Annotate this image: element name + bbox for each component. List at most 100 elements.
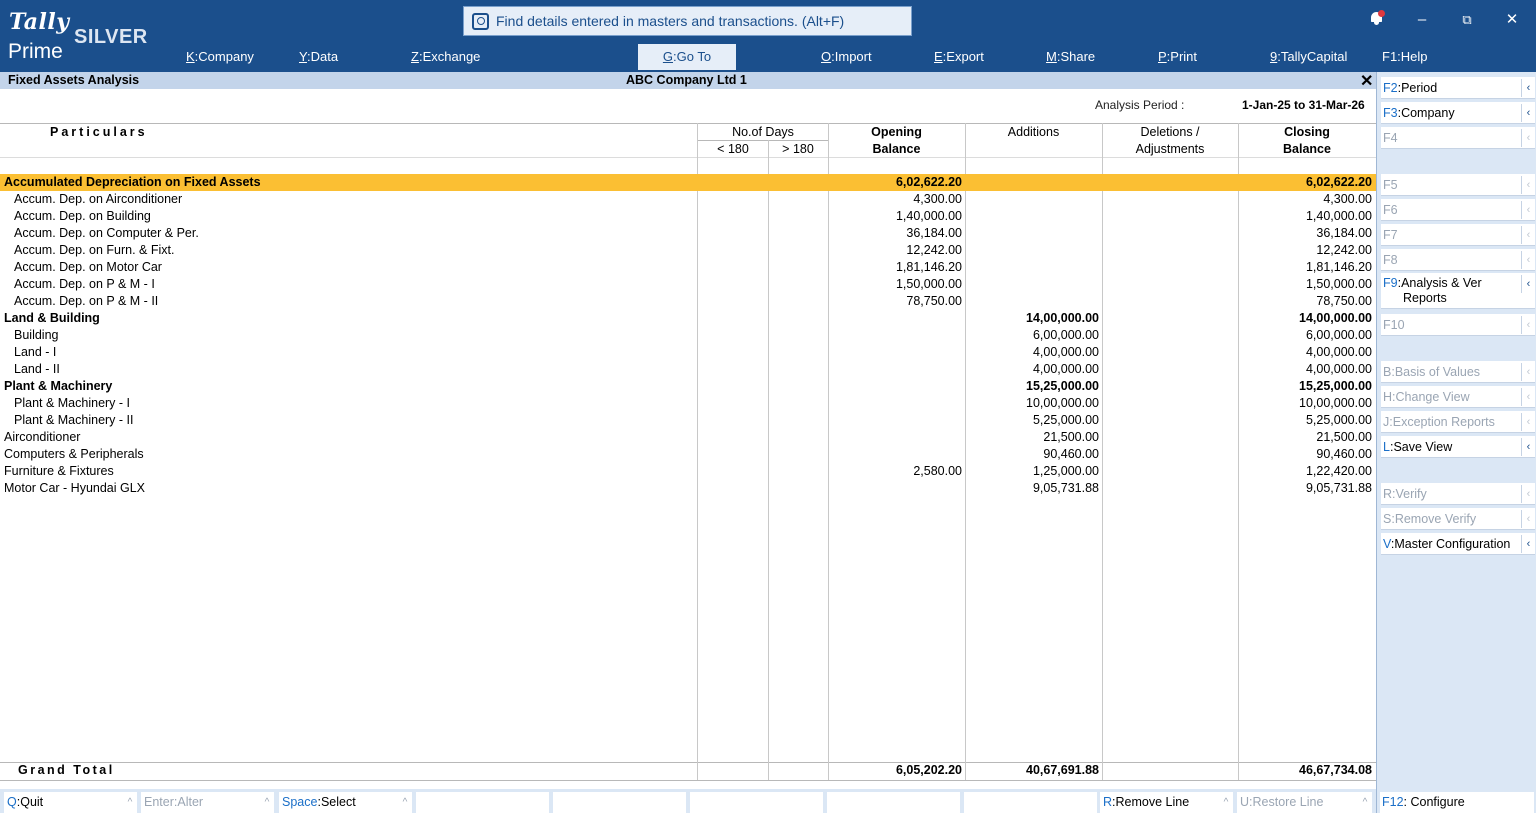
table-row[interactable]: Building 6,00,000.00 6,00,000.00 [0, 327, 1376, 344]
bottom-button-restore-line[interactable]: U:Restore Line ^ [1237, 792, 1372, 813]
chevron-left-icon[interactable]: ‹ [1521, 79, 1535, 97]
table-row[interactable]: Land - II 4,00,000.00 4,00,000.00 [0, 361, 1376, 378]
minimize-button[interactable]: – [1410, 8, 1434, 32]
chevron-left-icon[interactable]: ‹ [1521, 129, 1535, 147]
chevron-left-icon[interactable]: ‹ [1521, 176, 1535, 194]
table-row[interactable]: Accum. Dep. on P & M - I 1,50,000.00 1,50,… [0, 276, 1376, 293]
panel-button-f7[interactable]: F7 ‹ [1381, 224, 1535, 246]
row-additions: 4,00,000.00 [1032, 345, 1099, 359]
chevron-up-icon[interactable]: ^ [398, 792, 412, 813]
panel-button-key: H [1383, 390, 1393, 404]
panel-button-f9[interactable]: F9:Analysis & Ver Reports ‹ [1381, 273, 1535, 309]
row-closing-balance: 15,25,000.00 [1299, 379, 1372, 393]
menu-help[interactable]: F1:Help [1382, 44, 1428, 70]
chevron-left-icon[interactable]: ‹ [1521, 201, 1535, 219]
chevron-left-icon[interactable]: ‹ [1521, 535, 1535, 553]
chevron-left-icon[interactable]: ‹ [1521, 413, 1535, 431]
notification-bell-icon[interactable] [1370, 10, 1385, 25]
chevron-left-icon[interactable]: ‹ [1521, 485, 1535, 503]
configure-button[interactable]: F12: Configure [1380, 792, 1534, 813]
chevron-left-icon[interactable]: ‹ [1521, 438, 1535, 456]
bottom-button-select[interactable]: Space:Select ^ [279, 792, 412, 813]
chevron-left-icon[interactable]: ‹ [1521, 316, 1535, 334]
table-row[interactable]: Plant & Machinery - I 10,00,000.00 10,00,0… [0, 395, 1376, 412]
table-row[interactable]: Furniture & Fixtures 2,580.00 1,25,000.00 1… [0, 463, 1376, 480]
chevron-left-icon[interactable]: ‹ [1521, 104, 1535, 122]
menu-import[interactable]: O:Import [821, 44, 872, 70]
panel-button-f5[interactable]: F5 ‹ [1381, 174, 1535, 196]
panel-button-v[interactable]: V:Master Configuration ‹ [1381, 533, 1535, 555]
menu-print[interactable]: P:Print [1158, 44, 1197, 70]
table-row[interactable]: Accum. Dep. on P & M - II 78,750.00 78,750… [0, 293, 1376, 310]
panel-button-f4[interactable]: F4 ‹ [1381, 127, 1535, 149]
chevron-left-icon[interactable]: ‹ [1521, 275, 1535, 293]
bottom-button-alter[interactable]: Enter:Alter ^ [141, 792, 274, 813]
menu-tallycapital[interactable]: 9:TallyCapital [1270, 44, 1347, 70]
table-row[interactable]: Accum. Dep. on Computer & Per. 36,184.00 3… [0, 225, 1376, 242]
table-row[interactable]: Accum. Dep. on Airconditioner 4,300.00 4,3… [0, 191, 1376, 208]
chevron-up-icon[interactable]: ^ [123, 792, 137, 813]
chevron-up-icon[interactable]: ^ [260, 792, 274, 813]
panel-button-f8[interactable]: F8 ‹ [1381, 249, 1535, 271]
row-additions: 9,05,731.88 [1032, 481, 1099, 495]
chevron-left-icon[interactable]: ‹ [1521, 510, 1535, 528]
menu-data[interactable]: Y:Data [299, 44, 338, 70]
restore-button[interactable]: ⧉ [1455, 8, 1479, 32]
bottom-button-remove-line[interactable]: R:Remove Line ^ [1100, 792, 1233, 813]
bottom-button-quit[interactable]: Q:Quit ^ [4, 792, 137, 813]
panel-button-f6[interactable]: F6 ‹ [1381, 199, 1535, 221]
menu-company[interactable]: K:Company [186, 44, 254, 70]
particulars-header: Particulars [50, 125, 148, 139]
table-row[interactable]: Accum. Dep. on Building 1,40,000.00 1,40,0… [0, 208, 1376, 225]
table-row[interactable]: Accumulated Depreciation on Fixed Assets… [0, 174, 1376, 191]
table-row[interactable]: Accum. Dep. on Furn. & Fixt. 12,242.00 12,… [0, 242, 1376, 259]
panel-button-key: F9 [1383, 276, 1398, 290]
chevron-up-icon[interactable]: ^ [1358, 792, 1372, 813]
search-input[interactable]: Find details entered in masters and tran… [463, 6, 912, 36]
total-bottom-rule [0, 780, 1376, 781]
table-row[interactable]: Land & Building 14,00,000.00 14,00,000.00 [0, 310, 1376, 327]
days-gt180-header: > 180 [782, 142, 814, 156]
row-additions: 90,460.00 [1043, 447, 1099, 461]
chevron-left-icon[interactable]: ‹ [1521, 226, 1535, 244]
row-particulars: Accum. Dep. on Building [14, 209, 151, 223]
panel-button-l[interactable]: L:Save View ‹ [1381, 436, 1535, 458]
analysis-period-value[interactable]: 1-Jan-25 to 31-Mar-26 [1242, 98, 1365, 112]
table-row[interactable]: Computers & Peripherals 90,460.00 90,460.0… [0, 446, 1376, 463]
table-row[interactable]: Airconditioner 21,500.00 21,500.00 [0, 429, 1376, 446]
menu-exchange[interactable]: Z:Exchange [411, 44, 480, 70]
panel-button-b[interactable]: B:Basis of Values ‹ [1381, 361, 1535, 383]
row-closing-balance: 5,25,000.00 [1305, 413, 1372, 427]
table-row[interactable]: Plant & Machinery 15,25,000.00 15,25,000.0… [0, 378, 1376, 395]
table-row[interactable]: Plant & Machinery - II 5,25,000.00 5,25,00… [0, 412, 1376, 429]
panel-button-f10[interactable]: F10 ‹ [1381, 314, 1535, 336]
chevron-left-icon[interactable]: ‹ [1521, 251, 1535, 269]
row-particulars: Land & Building [4, 311, 100, 325]
chevron-left-icon[interactable]: ‹ [1521, 388, 1535, 406]
menu-export[interactable]: E:Export [934, 44, 984, 70]
closing-header-line2: Balance [1283, 142, 1331, 156]
panel-button-h[interactable]: H:Change View ‹ [1381, 386, 1535, 408]
chevron-up-icon[interactable]: ^ [1219, 792, 1233, 813]
panel-button-label: Save View [1393, 440, 1453, 454]
panel-button-f3[interactable]: F3:Company ‹ [1381, 102, 1535, 124]
row-opening-balance: 36,184.00 [906, 226, 962, 240]
table-row[interactable]: Motor Car - Hyundai GLX 9,05,731.88 9,05,7… [0, 480, 1376, 497]
panel-button-r[interactable]: R:Verify ‹ [1381, 483, 1535, 505]
close-report-button[interactable]: ✕ [1360, 71, 1373, 91]
table-row[interactable]: Land - I 4,00,000.00 4,00,000.00 [0, 344, 1376, 361]
table-row[interactable]: Accum. Dep. on Motor Car 1,81,146.20 1,81,… [0, 259, 1376, 276]
panel-button-key: S [1383, 512, 1392, 526]
panel-button-key: F10 [1383, 318, 1405, 332]
row-particulars: Accum. Dep. on Airconditioner [14, 192, 183, 206]
close-window-button[interactable]: ✕ [1500, 8, 1524, 32]
row-closing-balance: 1,40,000.00 [1305, 209, 1372, 223]
menu-share[interactable]: M:Share [1046, 44, 1095, 70]
panel-button-j[interactable]: J:Exception Reports ‹ [1381, 411, 1535, 433]
days-header: No.of Days [732, 125, 794, 139]
chevron-left-icon[interactable]: ‹ [1521, 363, 1535, 381]
menu-go-to[interactable]: G:Go To [638, 44, 736, 70]
panel-button-f2[interactable]: F2:Period ‹ [1381, 77, 1535, 99]
panel-button-s[interactable]: S:Remove Verify ‹ [1381, 508, 1535, 530]
row-additions: 21,500.00 [1043, 430, 1099, 444]
